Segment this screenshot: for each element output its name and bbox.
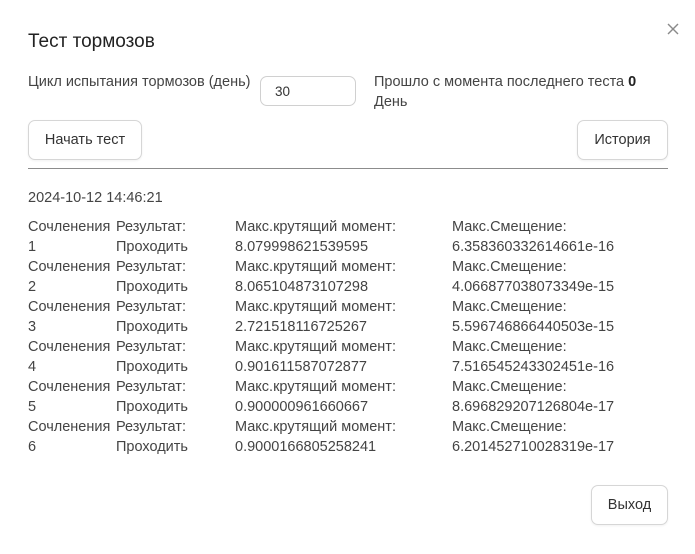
cycle-label: Цикл испытания тормозов (день)	[28, 74, 251, 90]
joint-name: Сочленения 6	[28, 419, 111, 455]
joint-offset: Макс.Смещение: 7.516545243302451e-16	[452, 339, 615, 375]
joint-offset: Макс.Смещение: 6.358360332614661e-16	[452, 219, 615, 255]
joint-name: Сочленения 1	[28, 219, 111, 255]
joint-result: Результат: Проходить	[116, 299, 188, 335]
results-list: Сочленения 1 Результат: Проходить Макс.кру…	[28, 217, 668, 457]
joint-offset: Макс.Смещение: 8.696829207126804e-17	[452, 379, 615, 415]
start-test-button[interactable]: Начать тест	[28, 120, 142, 160]
joint-offset: Макс.Смещение: 6.201452710028319e-17	[452, 419, 615, 455]
elapsed-info: Прошло с момента последнего теста 0 День	[374, 72, 674, 112]
divider	[28, 168, 668, 169]
joint-row: Сочленения 4 Результат: Проходить Макс.кру…	[28, 337, 668, 377]
close-icon[interactable]	[664, 20, 682, 38]
joint-name: Сочленения 2	[28, 259, 111, 295]
exit-button[interactable]: Выход	[591, 485, 668, 525]
joint-torque: Макс.крутящий момент: 0.900000961660667	[235, 379, 396, 415]
joint-result: Результат: Проходить	[116, 259, 188, 295]
test-timestamp: 2024-10-12 14:46:21	[28, 190, 163, 206]
elapsed-unit: День	[374, 94, 408, 110]
brake-test-dialog: Тест тормозов Цикл испытания тормозов (д…	[0, 0, 695, 554]
dialog-title: Тест тормозов	[28, 31, 155, 52]
joint-row: Сочленения 2 Результат: Проходить Макс.кру…	[28, 257, 668, 297]
joint-result: Результат: Проходить	[116, 379, 188, 415]
joint-result: Результат: Проходить	[116, 419, 188, 455]
joint-offset: Макс.Смещение: 5.596746866440503e-15	[452, 299, 615, 335]
joint-row: Сочленения 1 Результат: Проходить Макс.кру…	[28, 217, 668, 257]
joint-name: Сочленения 4	[28, 339, 111, 375]
joint-row: Сочленения 6 Результат: Проходить Макс.кру…	[28, 417, 668, 457]
cycle-input[interactable]	[260, 76, 356, 106]
elapsed-label: Прошло с момента последнего теста	[374, 74, 625, 90]
elapsed-value: 0	[628, 74, 637, 90]
joint-result: Результат: Проходить	[116, 339, 188, 375]
joint-torque: Макс.крутящий момент: 2.721518116725267	[235, 299, 396, 335]
joint-torque: Макс.крутящий момент: 8.079998621539595	[235, 219, 396, 255]
joint-name: Сочленения 5	[28, 379, 111, 415]
joint-name: Сочленения 3	[28, 299, 111, 335]
joint-torque: Макс.крутящий момент: 0.901611587072877	[235, 339, 396, 375]
joint-torque: Макс.крутящий момент: 0.9000166805258241	[235, 419, 396, 455]
joint-result: Результат: Проходить	[116, 219, 188, 255]
joint-row: Сочленения 3 Результат: Проходить Макс.кру…	[28, 297, 668, 337]
joint-torque: Макс.крутящий момент: 8.065104873107298	[235, 259, 396, 295]
history-button[interactable]: История	[577, 120, 668, 160]
joint-row: Сочленения 5 Результат: Проходить Макс.кру…	[28, 377, 668, 417]
joint-offset: Макс.Смещение: 4.066877038073349e-15	[452, 259, 615, 295]
